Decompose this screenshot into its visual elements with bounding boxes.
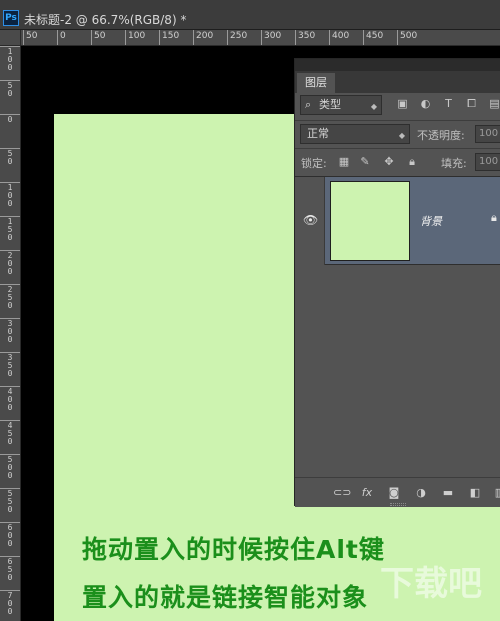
- ruler-label: 400: [332, 31, 350, 41]
- lock-position-icon[interactable]: ✥: [382, 155, 396, 169]
- chevron-updown-icon: ◆: [398, 131, 405, 140]
- filter-kind-select[interactable]: ⌕ 类型 ◆: [300, 95, 382, 115]
- panel-drag-bar[interactable]: [295, 59, 500, 71]
- blend-row: 正常 ◆ 不透明度: 100: [295, 121, 500, 149]
- ruler-label: 0: [60, 31, 66, 41]
- new-layer-icon[interactable]: ◧: [468, 486, 482, 500]
- ruler-label: 500: [400, 31, 418, 41]
- image-filter-icon[interactable]: ▣: [395, 96, 410, 111]
- eye-icon[interactable]: 👁︎: [303, 213, 318, 227]
- blend-mode-select[interactable]: 正常 ◆: [300, 124, 410, 144]
- adjustment-layer-icon[interactable]: ◑: [414, 486, 428, 500]
- ruler-label: 300: [264, 31, 282, 41]
- ruler-label: 250: [230, 31, 248, 41]
- document-tab-bar: Ps 未标题-2 @ 66.7%(RGB/8) *: [0, 0, 500, 30]
- opacity-input[interactable]: 100: [475, 125, 500, 143]
- layer-name[interactable]: 背景: [420, 213, 442, 229]
- ruler-corner[interactable]: [0, 30, 21, 46]
- fill-label: 填充:: [441, 157, 467, 170]
- watermark: 下载吧: [380, 564, 482, 604]
- document-tab-title[interactable]: 未标题-2 @ 66.7%(RGB/8) *: [24, 11, 186, 28]
- lock-row: 锁定: 填充: 100: [295, 149, 500, 177]
- vertical-ruler[interactable]: 100 50 0 50 100 150 200 250 300 350 400 …: [0, 46, 21, 621]
- horizontal-ruler[interactable]: 50 0 50 100 150 200 250 300 350 400 450 …: [21, 30, 500, 46]
- caption-line-2: 置入的就是链接智能对象: [82, 583, 369, 612]
- layer-lock-icon: 🔒︎: [491, 211, 497, 224]
- ruler-label: 450: [7, 421, 13, 446]
- filter-kind-label: 类型: [319, 98, 341, 111]
- ruler-label: 100: [7, 47, 13, 72]
- ruler-label: 350: [298, 31, 316, 41]
- blend-mode-value: 正常: [307, 127, 329, 140]
- new-group-icon[interactable]: ▬: [441, 486, 455, 500]
- ruler-label: 250: [7, 285, 13, 310]
- ruler-label: 200: [7, 251, 13, 276]
- ruler-label: 550: [7, 489, 13, 514]
- ruler-label: 350: [7, 353, 13, 378]
- lock-image-pixels-icon[interactable]: ✎: [358, 155, 372, 169]
- ruler-label: 700: [7, 591, 13, 616]
- layers-panel-footer: ⊂⊃ fx ◙ ◑ ▬ ◧ ▥: [295, 477, 500, 507]
- ruler-label: 500: [7, 455, 13, 480]
- opacity-label: 不透明度:: [417, 129, 465, 142]
- ruler-label: 400: [7, 387, 13, 412]
- ruler-label: 50: [26, 31, 38, 41]
- shape-filter-icon[interactable]: ⧠: [464, 96, 479, 111]
- lock-transparent-pixels-icon[interactable]: ▦: [337, 155, 351, 169]
- ruler-label: 100: [128, 31, 146, 41]
- tab-layers[interactable]: 图层: [297, 73, 335, 93]
- ruler-label: 450: [366, 31, 384, 41]
- layer-mask-icon[interactable]: ◙: [387, 486, 401, 500]
- delete-layer-icon[interactable]: ▥: [493, 486, 500, 500]
- panel-tab-strip: 图层: [295, 71, 500, 93]
- chevron-updown-icon: ◆: [370, 102, 377, 111]
- adjustment-filter-icon[interactable]: ◐: [418, 96, 433, 111]
- fill-input[interactable]: 100: [475, 153, 500, 171]
- lock-label: 锁定:: [301, 157, 327, 170]
- lock-all-icon[interactable]: 🔒︎: [405, 155, 419, 169]
- search-icon: ⌕: [305, 98, 312, 111]
- ruler-label: 100: [7, 183, 13, 208]
- ruler-label: 150: [7, 217, 13, 242]
- layers-list-empty-area[interactable]: [295, 265, 500, 477]
- ruler-label: 600: [7, 523, 13, 548]
- caption-line-1: 拖动置入的时候按住Alt键: [82, 535, 385, 564]
- type-filter-icon[interactable]: T: [441, 96, 456, 111]
- ruler-label: 50: [7, 81, 13, 98]
- visibility-cell[interactable]: 👁︎: [295, 177, 325, 265]
- ruler-label: 150: [162, 31, 180, 41]
- fx-icon[interactable]: fx: [360, 486, 374, 500]
- layer-thumbnail: [330, 181, 410, 261]
- ruler-label: 50: [94, 31, 106, 41]
- ruler-label: 50: [7, 149, 13, 166]
- ruler-label: 200: [196, 31, 214, 41]
- layers-panel: 图层 ⌕ 类型 ◆ ▣ ◐ T ⧠ ▤ 正常 ◆ 不透明度: 100 锁定: 填…: [294, 58, 500, 507]
- ruler-label: 0: [7, 115, 13, 124]
- layer-row-background[interactable]: 👁︎ 背景 🔒︎: [295, 177, 500, 265]
- ruler-label: 650: [7, 557, 13, 582]
- ruler-label: 300: [7, 319, 13, 344]
- photoshop-app-icon: Ps: [3, 10, 19, 26]
- link-layers-icon[interactable]: ⊂⊃: [333, 486, 351, 500]
- panel-resize-grip[interactable]: [390, 503, 406, 506]
- smart-object-filter-icon[interactable]: ▤: [487, 96, 500, 111]
